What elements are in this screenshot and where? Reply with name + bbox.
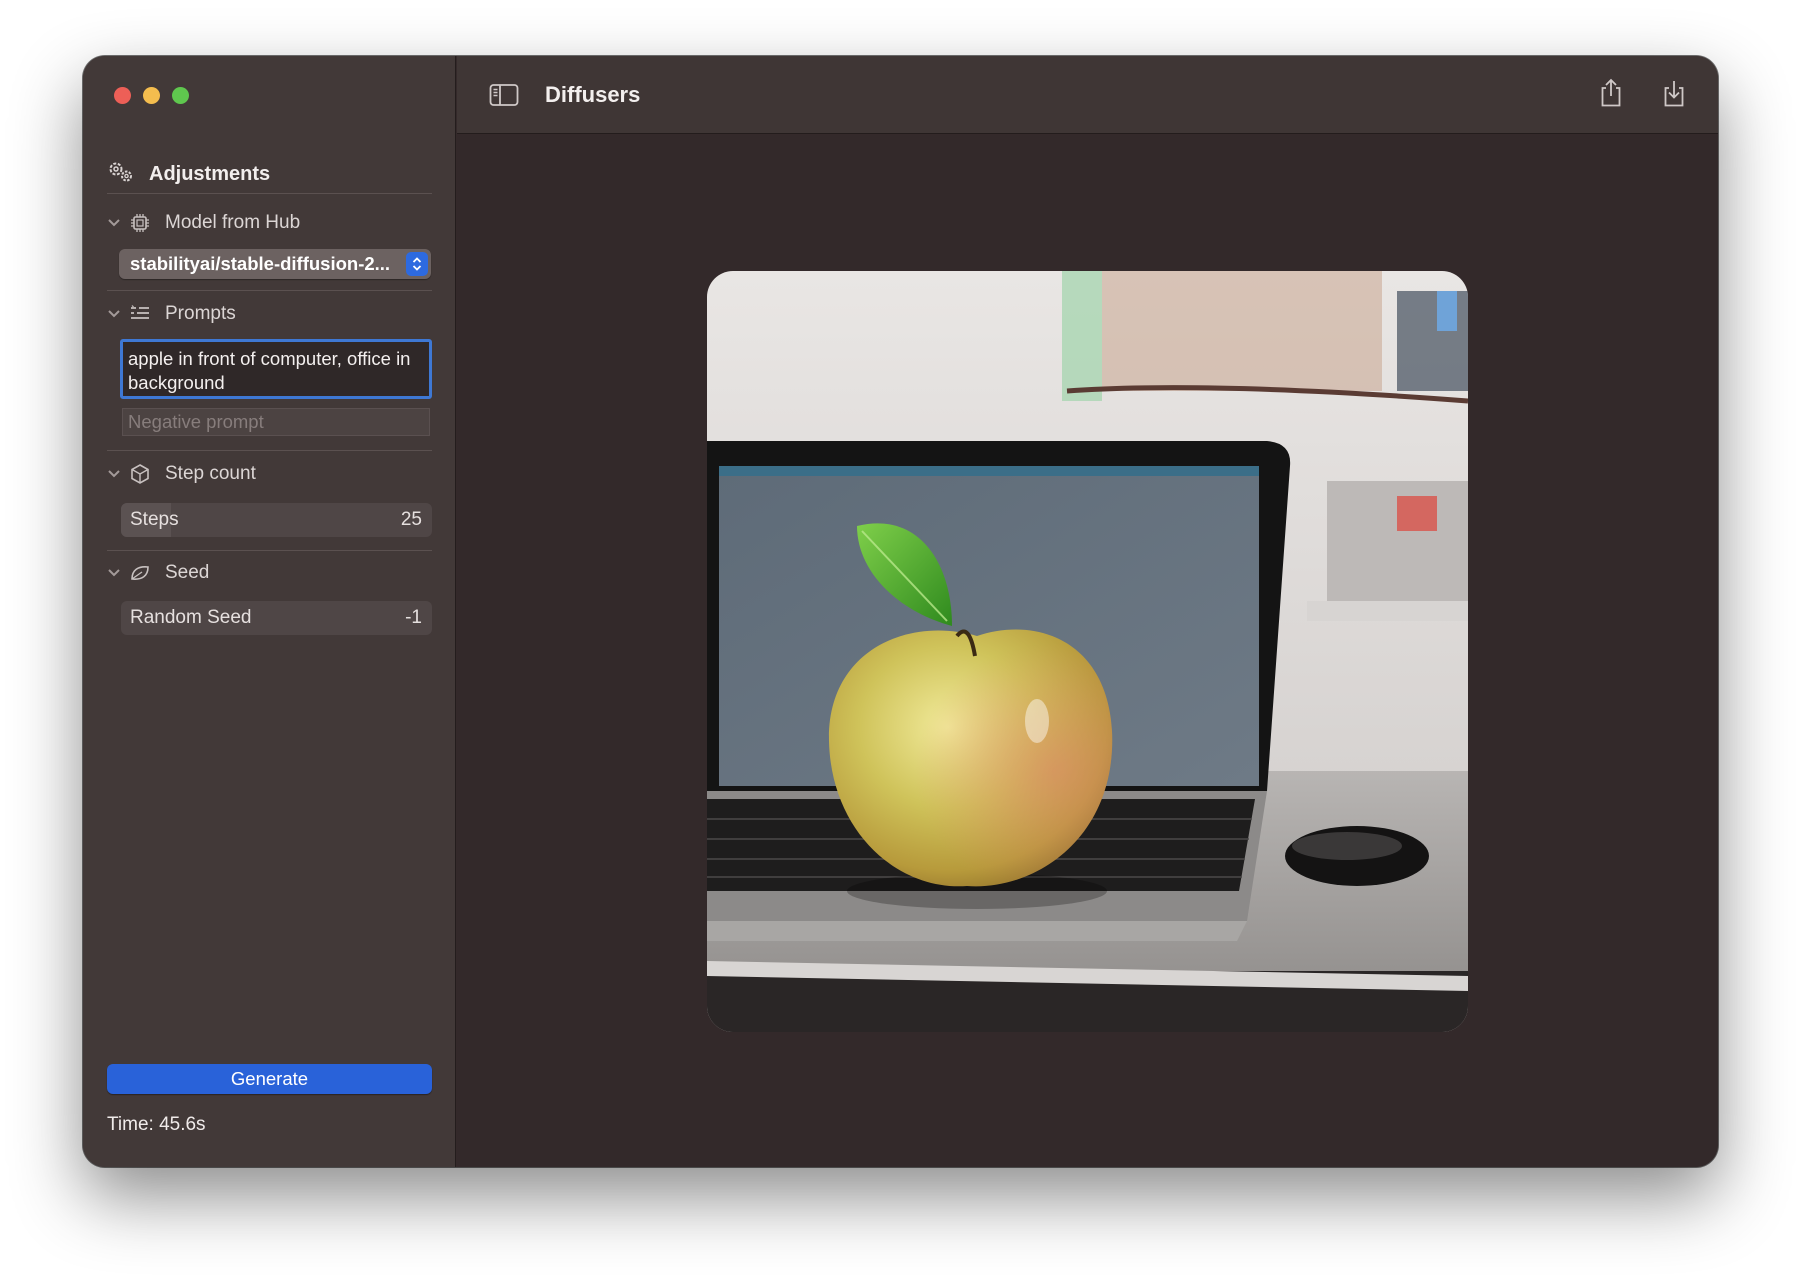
step-count-group-header[interactable]: Step count (107, 460, 432, 488)
prompt-input[interactable]: apple in front of computer, office in ba… (120, 339, 432, 399)
close-window-button[interactable] (114, 87, 131, 104)
steps-label: Steps (130, 509, 179, 530)
model-select[interactable]: stabilityai/stable-diffusion-2... (119, 249, 431, 279)
seed-group-label: Seed (165, 562, 210, 583)
seed-field[interactable]: Random Seed -1 (121, 601, 432, 635)
divider (107, 290, 432, 291)
model-group-header[interactable]: Model from Hub (107, 209, 432, 237)
sidebar-toggle-icon[interactable] (489, 83, 519, 112)
updown-chevron-icon[interactable] (406, 252, 428, 276)
sidebar: Adjustments Model from Hub stabilityai/s… (83, 56, 456, 1167)
cpu-chip-icon (129, 212, 165, 234)
generated-image[interactable] (707, 271, 1468, 1032)
chevron-down-icon[interactable] (107, 215, 129, 231)
chevron-down-icon[interactable] (107, 306, 129, 322)
window-controls (114, 87, 189, 104)
model-group-label: Model from Hub (165, 212, 301, 233)
divider (107, 450, 432, 451)
zoom-window-button[interactable] (172, 87, 189, 104)
download-icon[interactable] (1662, 78, 1686, 113)
adjustments-header: Adjustments (107, 156, 432, 194)
steps-slider[interactable]: Steps 25 (121, 503, 432, 537)
text-list-icon (129, 304, 165, 324)
image-canvas (457, 135, 1718, 1167)
toolbar: Diffusers (457, 56, 1718, 134)
window-title: Diffusers (545, 82, 641, 107)
cube-icon (129, 463, 165, 485)
chevron-down-icon[interactable] (107, 565, 129, 581)
adjustments-title: Adjustments (149, 163, 271, 185)
negative-prompt-input[interactable] (122, 408, 430, 436)
steps-value: 25 (400, 509, 422, 530)
seed-value: -1 (405, 607, 422, 628)
seed-group-header[interactable]: Seed (107, 559, 432, 587)
divider (107, 550, 432, 551)
seed-label: Random Seed (130, 607, 252, 628)
minimize-window-button[interactable] (143, 87, 160, 104)
leaf-icon (129, 563, 165, 583)
app-window: Adjustments Model from Hub stabilityai/s… (83, 56, 1718, 1167)
prompts-group-label: Prompts (165, 303, 236, 324)
gears-icon (107, 160, 135, 190)
share-icon[interactable] (1599, 78, 1623, 113)
generation-time: Time: 45.6s (107, 1114, 206, 1135)
prompts-group-header[interactable]: Prompts (107, 300, 432, 328)
generate-button[interactable]: Generate (107, 1064, 432, 1094)
chevron-down-icon[interactable] (107, 466, 129, 482)
model-select-value: stabilityai/stable-diffusion-2... (130, 253, 391, 274)
step-count-group-label: Step count (165, 463, 256, 484)
